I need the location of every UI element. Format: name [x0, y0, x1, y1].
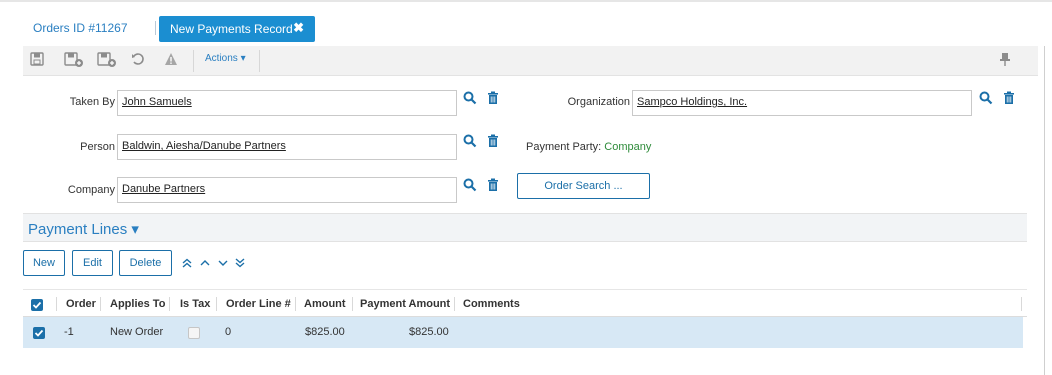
taken-by-label: Taken By [69, 96, 115, 108]
person-field[interactable]: Baldwin, Aiesha/Danube Partners [117, 134, 457, 160]
column-divider [216, 297, 217, 311]
column-divider [295, 297, 296, 311]
pin-icon[interactable] [999, 52, 1013, 68]
is-tax-checkbox[interactable] [188, 327, 200, 339]
column-divider [454, 297, 455, 311]
payment-lines-header: Payment Lines ▾ [23, 213, 1027, 242]
column-payment-amount[interactable]: Payment Amount [360, 298, 450, 310]
payment-party: Payment Party: Company [526, 141, 651, 153]
column-comments[interactable]: Comments [463, 298, 520, 310]
search-icon[interactable] [979, 91, 993, 105]
table-row[interactable]: -1 New Order 0 $825.00 $825.00 [23, 317, 1023, 348]
new-line-button[interactable]: New [23, 250, 65, 276]
save-add-icon[interactable] [64, 52, 83, 68]
cell-amount: $825.00 [305, 326, 345, 338]
trash-icon[interactable] [487, 178, 501, 192]
grid-header: Order Applies To Is Tax Order Line # Amo… [23, 289, 1027, 317]
column-amount[interactable]: Amount [304, 298, 346, 310]
tab-bar: Orders ID #11267 New Payments Record ✖ [0, 0, 1052, 46]
column-applies-to[interactable]: Applies To [110, 298, 165, 310]
payment-party-value: Company [604, 141, 652, 153]
row-checkbox[interactable] [33, 327, 45, 339]
payment-party-label: Payment Party: [526, 141, 602, 153]
payment-record-panel: Actions ▾ Taken By John Samuels Organiza… [23, 46, 1038, 375]
taken-by-value[interactable]: John Samuels [122, 96, 192, 108]
person-value[interactable]: Baldwin, Aiesha/Danube Partners [122, 140, 286, 152]
column-divider [169, 297, 170, 311]
taken-by-field[interactable]: John Samuels [117, 90, 457, 116]
cell-payment-amount: $825.00 [409, 326, 449, 338]
company-label: Company [67, 184, 115, 196]
column-is-tax[interactable]: Is Tax [180, 298, 210, 310]
close-icon[interactable]: ✖ [293, 20, 304, 36]
organization-label: Organization [567, 96, 630, 108]
actions-menu[interactable]: Actions ▾ [205, 53, 246, 64]
company-field[interactable]: Danube Partners [117, 177, 457, 203]
column-order-line[interactable]: Order Line # [226, 298, 291, 310]
toolbar: Actions ▾ [23, 46, 1038, 76]
move-bottom-icon[interactable] [234, 257, 248, 271]
organization-field[interactable]: Sampco Holdings, Inc. [632, 90, 972, 116]
cell-applies-to: New Order [110, 326, 164, 338]
order-search-button[interactable]: Order Search ... [517, 173, 650, 199]
warning-icon[interactable] [164, 52, 182, 68]
select-all-checkbox[interactable] [31, 299, 43, 311]
column-divider [100, 297, 101, 311]
trash-icon[interactable] [487, 91, 501, 105]
edit-line-button[interactable]: Edit [72, 250, 113, 276]
tab-orders[interactable]: Orders ID #11267 [33, 21, 128, 35]
move-top-icon[interactable] [181, 257, 195, 271]
delete-line-button[interactable]: Delete [119, 250, 172, 276]
tab-new-payments-record[interactable]: New Payments Record ✖ [159, 16, 315, 42]
column-order[interactable]: Order [66, 298, 96, 310]
payment-lines-title[interactable]: Payment Lines ▾ [28, 220, 139, 238]
save-icon[interactable] [30, 52, 48, 68]
trash-icon[interactable] [487, 134, 501, 148]
tab-divider [155, 21, 156, 35]
column-divider [352, 297, 353, 311]
undo-icon[interactable] [131, 52, 149, 68]
organization-value[interactable]: Sampco Holdings, Inc. [637, 96, 747, 108]
column-divider [1021, 297, 1022, 311]
search-icon[interactable] [463, 134, 477, 148]
move-down-icon[interactable] [217, 257, 231, 271]
save-new-icon[interactable] [97, 52, 116, 68]
cell-order-line: 0 [225, 326, 232, 338]
tab-active-label: New Payments Record [170, 22, 293, 36]
toolbar-divider [193, 50, 194, 72]
vertical-scrollbar[interactable] [1044, 46, 1045, 375]
search-icon[interactable] [463, 91, 477, 105]
search-icon[interactable] [463, 178, 477, 192]
column-divider [56, 297, 57, 311]
company-value[interactable]: Danube Partners [122, 183, 205, 195]
person-label: Person [80, 141, 115, 153]
move-up-icon[interactable] [199, 257, 213, 271]
trash-icon[interactable] [1003, 91, 1017, 105]
toolbar-divider [259, 50, 260, 72]
cell-order: -1 [64, 326, 74, 338]
